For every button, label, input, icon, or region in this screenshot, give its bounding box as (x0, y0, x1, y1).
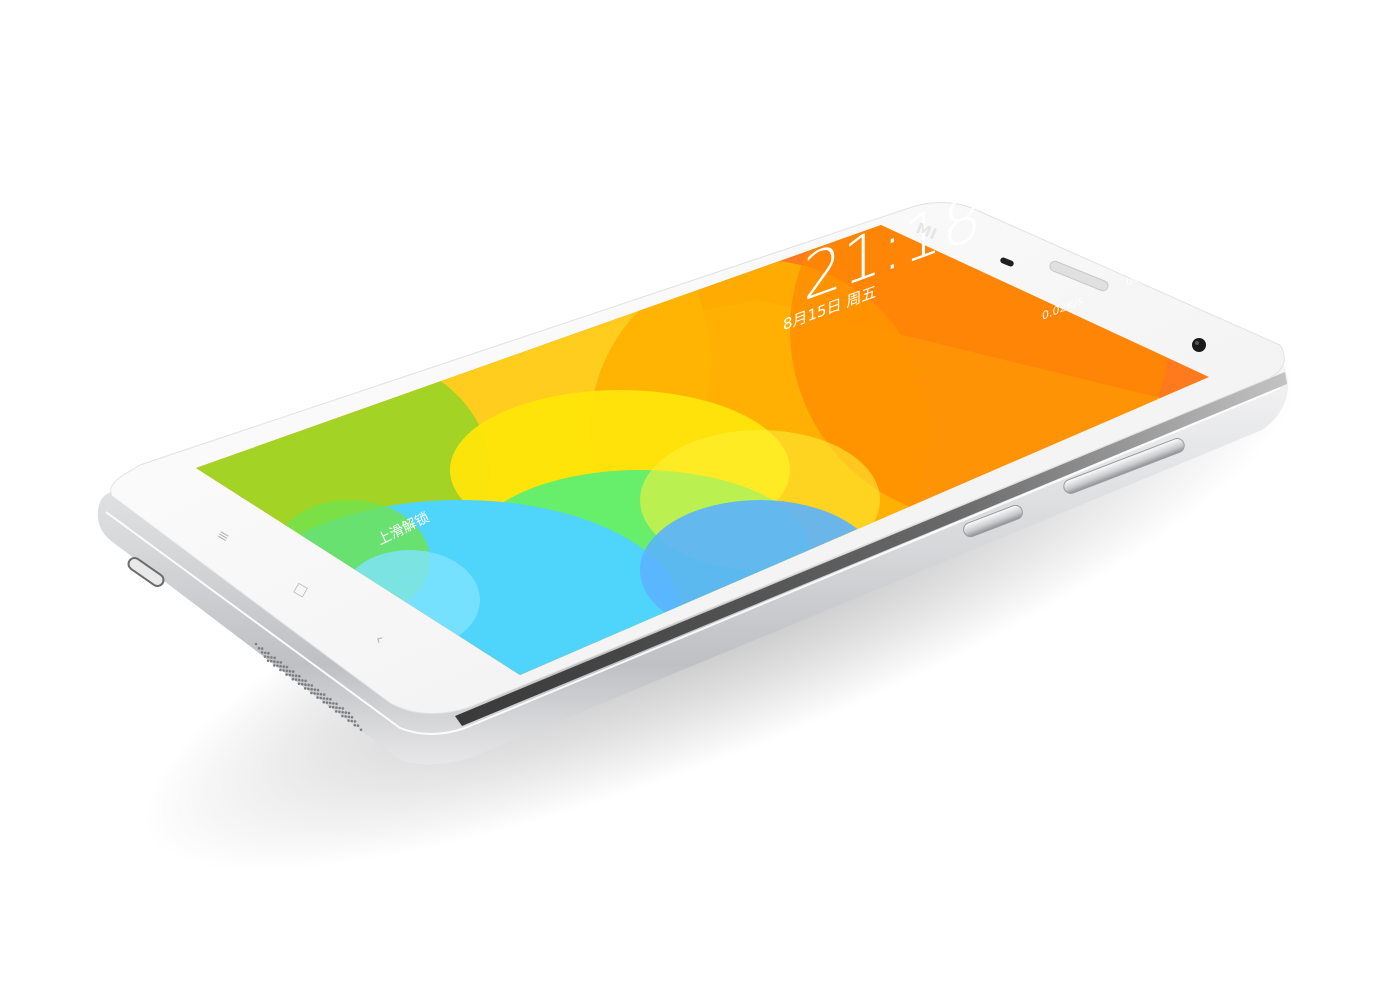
speaker-hole (297, 682, 301, 686)
speaker-hole (353, 720, 357, 723)
speaker-hole (257, 646, 261, 650)
speaker-hole (350, 715, 354, 719)
camera-lens-highlight (1195, 341, 1199, 345)
speaker-hole (288, 669, 292, 673)
speaker-hole (316, 688, 320, 692)
speaker-hole (353, 723, 357, 727)
speaker-hole (297, 678, 301, 682)
speaker-hole (285, 665, 289, 669)
speaker-hole (322, 700, 326, 704)
speaker-hole (329, 697, 332, 701)
speaker-hole (347, 719, 350, 722)
speaker-hole (291, 670, 295, 673)
speaker-hole (282, 669, 285, 672)
speaker-hole (263, 655, 267, 658)
speaker-hole (279, 668, 282, 672)
speaker-hole (310, 691, 313, 695)
speaker-hole (279, 661, 283, 664)
battery-level: 39% (1182, 246, 1204, 267)
speaker-hole (313, 692, 316, 695)
speaker-hole (270, 656, 273, 659)
speaker-hole (285, 673, 288, 676)
speaker-hole (335, 702, 338, 706)
speaker-hole (313, 688, 317, 691)
speaker-hole (310, 687, 313, 691)
speaker-hole (344, 711, 348, 714)
speaker-hole (266, 655, 270, 659)
front-camera (1192, 338, 1206, 352)
speaker-hole (294, 678, 298, 681)
speaker-hole (325, 697, 329, 701)
speaker-hole (273, 660, 276, 663)
speaker-hole (300, 682, 304, 686)
speaker-hole (322, 693, 326, 696)
speaker-hole (291, 677, 295, 681)
speaker-hole (263, 651, 267, 655)
speaker-hole (282, 665, 286, 668)
speaker-hole (272, 664, 276, 667)
speaker-hole (301, 679, 304, 682)
speaker-hole (310, 684, 314, 687)
speaker-hole (347, 715, 351, 719)
speaker-hole (350, 719, 354, 723)
speaker-hole (260, 647, 264, 650)
speaker-hole (338, 706, 341, 710)
phone-photo: 21:18 8月15日 周五 0.02K/s UCT 39% 上滑解锁 MI ≡… (97, 180, 1298, 871)
speaker-hole (304, 679, 307, 683)
speaker-hole (322, 697, 326, 700)
speaker-hole (260, 651, 264, 654)
speaker-hole (338, 710, 341, 714)
speaker-hole (267, 651, 270, 655)
speaker-hole (334, 710, 338, 713)
speaker-hole (273, 656, 276, 660)
speaker-hole (328, 701, 332, 705)
speaker-hole (319, 696, 323, 700)
speaker-hole (307, 683, 310, 687)
speaker-hole (344, 715, 347, 718)
speaker-hole (288, 673, 292, 677)
speaker-hole (304, 683, 307, 686)
speaker-hole (359, 728, 363, 732)
speaker-hole (341, 714, 344, 718)
speaker-hole (332, 702, 335, 705)
speaker-hole (254, 642, 258, 646)
speaker-hole (276, 664, 279, 668)
speaker-hole (276, 660, 279, 664)
speaker-hole (341, 707, 345, 710)
speaker-hole (279, 664, 282, 668)
speaker-hole (316, 692, 320, 696)
speaker-hole (291, 674, 295, 677)
speaker-hole (356, 724, 360, 727)
speaker-hole (316, 696, 319, 699)
speaker-hole (269, 659, 273, 663)
speaker-hole (335, 706, 338, 709)
speaker-hole (294, 674, 298, 678)
speaker-hole (298, 674, 301, 678)
speaker-hole (325, 701, 329, 704)
speaker-hole (285, 669, 289, 673)
speaker-hole (266, 659, 270, 663)
speaker-hole (341, 710, 344, 714)
speaker-hole (328, 705, 332, 709)
speaker-hole (319, 692, 323, 696)
speaker-hole (307, 687, 310, 691)
speaker-hole (331, 705, 335, 709)
speaker-hole (303, 687, 307, 690)
speaker-hole (347, 711, 351, 715)
